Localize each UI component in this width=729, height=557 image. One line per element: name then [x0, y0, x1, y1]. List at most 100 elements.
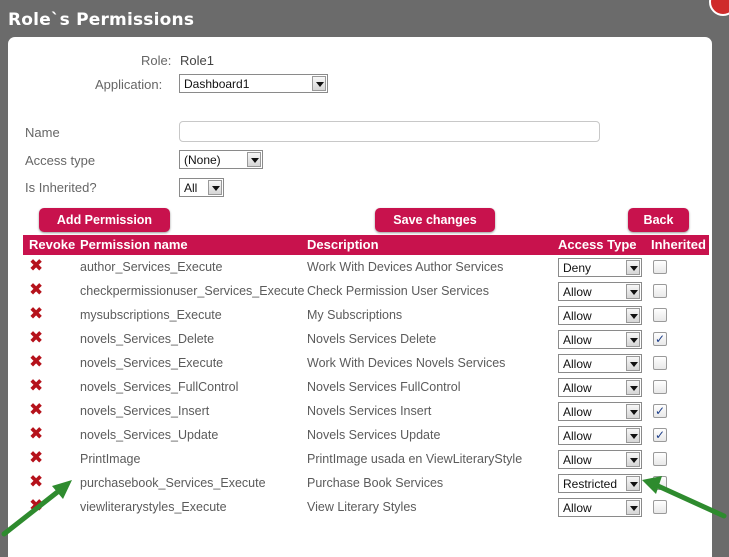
header-inherited: Inherited: [651, 237, 706, 252]
application-select[interactable]: Dashboard1: [179, 74, 328, 93]
access-type-row-select[interactable]: Allow: [558, 426, 642, 445]
access-type-row-value: Allow: [563, 405, 592, 419]
access-type-row-select[interactable]: Allow: [558, 402, 642, 421]
permission-description: My Subscriptions: [307, 308, 403, 322]
save-changes-button[interactable]: Save changes: [375, 208, 495, 232]
table-row: ✖ mysubscriptions_Execute My Subscriptions…: [23, 303, 709, 327]
access-type-row-value: Allow: [563, 501, 592, 515]
table-row: ✖ purchasebook_Services_Execute Purchase B…: [23, 471, 709, 495]
window-title: Role`s Permissions: [8, 10, 195, 30]
access-type-row-select[interactable]: Allow: [558, 330, 642, 349]
table-row: ✖ novels_Services_Insert Novels Services I…: [23, 399, 709, 423]
table-row: ✖ novels_Services_Delete Novels Services D…: [23, 327, 709, 351]
chevron-down-icon[interactable]: [626, 404, 640, 419]
permission-name: novels_Services_Insert: [80, 404, 210, 418]
access-type-row-select[interactable]: Allow: [558, 450, 642, 469]
inherited-checkbox[interactable]: [653, 284, 667, 298]
table-row: ✖ checkpermissionuser_Services_Execute Che…: [23, 279, 709, 303]
table-row: ✖ PrintImage PrintImage usada en ViewLiter…: [23, 447, 709, 471]
permission-description: View Literary Styles: [307, 500, 417, 514]
inherited-checkbox[interactable]: [653, 356, 667, 370]
chevron-down-icon[interactable]: [247, 152, 261, 167]
access-type-row-value: Allow: [563, 333, 592, 347]
table-row: ✖ novels_Services_Update Novels Services U…: [23, 423, 709, 447]
permission-description: Work With Devices Novels Services: [307, 356, 506, 370]
permission-description: Novels Services Delete: [307, 332, 437, 346]
access-type-row-select[interactable]: Allow: [558, 354, 642, 373]
table-row: ✖ viewliterarystyles_Execute View Literary…: [23, 495, 709, 519]
chevron-down-icon[interactable]: [626, 380, 640, 395]
access-type-label: Access type: [25, 153, 96, 168]
revoke-x-icon[interactable]: ✖: [29, 377, 43, 394]
access-type-row-select[interactable]: Allow: [558, 378, 642, 397]
access-type-select[interactable]: (None): [179, 150, 263, 169]
chevron-down-icon[interactable]: [626, 332, 640, 347]
permission-name: novels_Services_Execute: [80, 356, 224, 370]
inherited-checkbox[interactable]: [653, 308, 667, 322]
permission-name: viewliterarystyles_Execute: [80, 500, 227, 514]
role-label: Role:: [141, 53, 172, 68]
inherited-checkbox[interactable]: ✓: [653, 404, 667, 418]
revoke-x-icon[interactable]: ✖: [29, 257, 43, 274]
chevron-down-icon[interactable]: [626, 308, 640, 323]
close-icon[interactable]: [709, 0, 729, 16]
chevron-down-icon[interactable]: [626, 428, 640, 443]
table-row: ✖ novels_Services_Execute Work With Device…: [23, 351, 709, 375]
permission-name: checkpermissionuser_Services_Execute: [80, 284, 305, 298]
permissions-table-header: Revoke Permission name Description Acces…: [23, 235, 709, 255]
header-access-type: Access Type: [558, 237, 637, 252]
green-arrow-icon: [1, 480, 72, 537]
access-type-row-value: Deny: [563, 261, 592, 275]
chevron-down-icon[interactable]: [626, 452, 640, 467]
permissions-table-body: ✖ author_Services_Execute Work With Device…: [23, 255, 709, 519]
access-type-row-value: Allow: [563, 309, 592, 323]
access-type-row-value: Allow: [563, 381, 592, 395]
application-select-value: Dashboard1: [184, 77, 250, 91]
access-type-row-select[interactable]: Allow: [558, 282, 642, 301]
role-value: Role1: [180, 53, 214, 68]
revoke-x-icon[interactable]: ✖: [29, 449, 43, 466]
back-button[interactable]: Back: [628, 208, 689, 232]
permission-name: author_Services_Execute: [80, 260, 223, 274]
name-label: Name: [25, 125, 60, 140]
permission-name: mysubscriptions_Execute: [80, 308, 222, 322]
chevron-down-icon[interactable]: [208, 180, 222, 195]
revoke-x-icon[interactable]: ✖: [29, 305, 43, 322]
name-input[interactable]: [179, 121, 600, 142]
revoke-x-icon[interactable]: ✖: [29, 353, 43, 370]
access-type-row-select[interactable]: Restricted: [558, 474, 642, 493]
access-type-row-value: Allow: [563, 453, 592, 467]
permission-description: Purchase Book Services: [307, 476, 444, 490]
access-type-row-value: Restricted: [563, 477, 618, 491]
chevron-down-icon[interactable]: [626, 284, 640, 299]
chevron-down-icon[interactable]: [626, 356, 640, 371]
inherited-checkbox[interactable]: [653, 452, 667, 466]
access-type-row-select[interactable]: Allow: [558, 306, 642, 325]
table-row: ✖ author_Services_Execute Work With Device…: [23, 255, 709, 279]
permission-description: Novels Services FullControl: [307, 380, 461, 394]
is-inherited-select[interactable]: All: [179, 178, 224, 197]
inherited-checkbox[interactable]: [653, 260, 667, 274]
chevron-down-icon[interactable]: [626, 260, 640, 275]
revoke-x-icon[interactable]: ✖: [29, 425, 43, 442]
access-type-row-value: Allow: [563, 429, 592, 443]
add-permission-button[interactable]: Add Permission: [39, 208, 170, 232]
header-permission-name: Permission name: [80, 237, 188, 252]
inherited-checkbox[interactable]: ✓: [653, 332, 667, 346]
revoke-x-icon[interactable]: ✖: [29, 329, 43, 346]
inherited-checkbox[interactable]: ✓: [653, 428, 667, 442]
dialog-panel: Role: Role1 Application: Dashboard1 Name…: [8, 37, 712, 557]
revoke-x-icon[interactable]: ✖: [29, 281, 43, 298]
permission-name: novels_Services_FullControl: [80, 380, 239, 394]
permission-name: PrintImage: [80, 452, 141, 466]
revoke-x-icon[interactable]: ✖: [29, 401, 43, 418]
chevron-down-icon[interactable]: [312, 76, 326, 91]
is-inherited-select-value: All: [184, 181, 198, 195]
permission-description: Novels Services Insert: [307, 404, 432, 418]
access-type-row-select[interactable]: Deny: [558, 258, 642, 277]
access-type-select-value: (None): [184, 153, 221, 167]
access-type-row-select[interactable]: Allow: [558, 498, 642, 517]
permission-name: novels_Services_Delete: [80, 332, 215, 346]
access-type-row-value: Allow: [563, 285, 592, 299]
inherited-checkbox[interactable]: [653, 380, 667, 394]
